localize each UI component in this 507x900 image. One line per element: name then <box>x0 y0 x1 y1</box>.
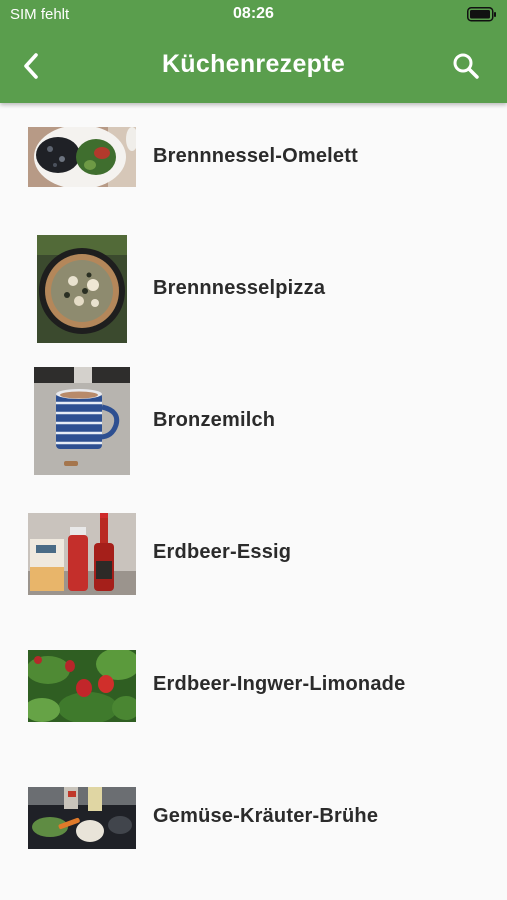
search-button[interactable] <box>450 50 482 82</box>
recipe-name: Erdbeer-Essig <box>153 541 292 563</box>
page-title: Küchenrezepte <box>161 50 346 78</box>
recipe-row[interactable]: Erdbeer-Ingwer-Limonade <box>0 631 507 763</box>
pizza-pan-photo <box>37 235 127 343</box>
search-icon <box>453 53 479 79</box>
recipe-row[interactable]: Brennnesselpizza <box>0 235 507 367</box>
omelette-plate-photo <box>28 127 136 187</box>
recipe-row[interactable]: Bronzemilch <box>0 367 507 499</box>
recipe-name: Bronzemilch <box>153 409 276 431</box>
recipe-list: Brennnessel-Omelett Brennnesselpizza Bro… <box>0 103 507 895</box>
vinegar-bottles-photo <box>28 513 136 595</box>
recipe-name: Gemüse-Kräuter-Brühe <box>153 805 379 827</box>
status-time: 08:26 <box>233 5 274 22</box>
striped-mug-photo <box>34 367 130 475</box>
vegetables-kitchen-photo <box>28 787 136 849</box>
strawberry-plants-photo <box>28 650 136 722</box>
recipe-row[interactable]: Erdbeer-Essig <box>0 499 507 631</box>
recipe-name: Brennnesselpizza <box>153 277 326 299</box>
recipe-row[interactable]: Gemüse-Kräuter-Brühe <box>0 763 507 895</box>
recipe-name: Brennnessel-Omelett <box>153 145 358 167</box>
recipe-row[interactable]: Brennnessel-Omelett <box>0 103 507 235</box>
recipe-name: Erdbeer-Ingwer-Limonade <box>153 673 406 695</box>
battery-icon <box>467 7 497 22</box>
app-bar: SIM fehlt 08:26 Küchenrezepte <box>0 0 507 103</box>
